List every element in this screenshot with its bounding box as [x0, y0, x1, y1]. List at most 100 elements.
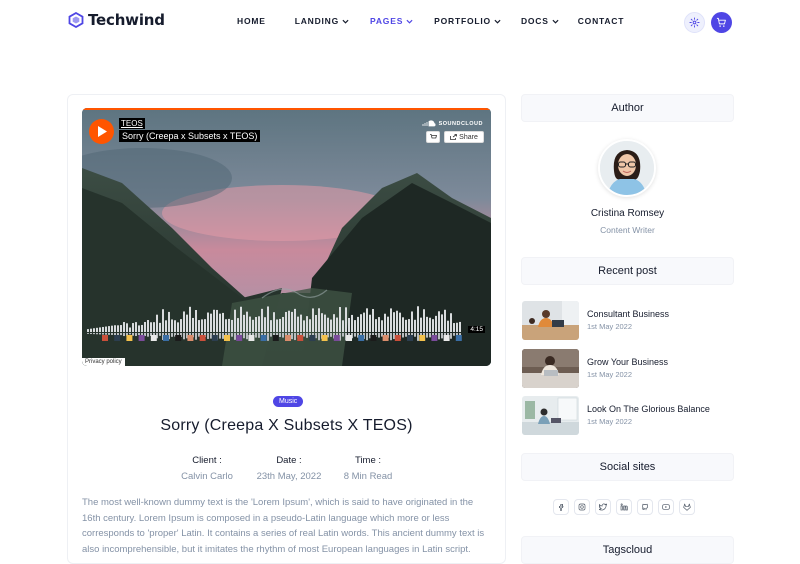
comment-avatar[interactable] [382, 335, 389, 341]
comment-avatar[interactable] [199, 335, 206, 341]
comment-avatar[interactable] [285, 335, 291, 341]
linkedin-link[interactable] [616, 499, 632, 515]
waveform-bar [267, 306, 269, 332]
recent-post-title[interactable]: Consultant Business [587, 309, 669, 319]
settings-icon [689, 17, 700, 28]
track-title[interactable]: Sorry (Creepa x Subsets x TEOS) [119, 130, 261, 142]
waveform-reflection [120, 333, 122, 336]
category-badge[interactable]: Music [273, 396, 304, 407]
soundcloud-logo[interactable]: SOUNDCLOUD [422, 120, 483, 127]
waveform-bar [195, 309, 197, 332]
settings-button[interactable] [684, 12, 705, 33]
meta-date-value: 23th May, 2022 [256, 471, 322, 482]
comment-avatar[interactable] [175, 335, 182, 341]
recent-post-item[interactable]: Grow Your Business 1st May 2022 [522, 349, 734, 389]
waveform-bar [351, 314, 353, 332]
waveform-bar [159, 322, 161, 332]
waveform-bar [120, 325, 122, 332]
waveform-bar [291, 311, 293, 332]
comment-avatar[interactable] [150, 335, 157, 341]
twitter-icon [599, 503, 607, 511]
waveform-reflection [429, 333, 431, 338]
nav-docs-label: DOCS [520, 16, 549, 26]
nav-portfolio[interactable]: PORTFOLIO [434, 16, 501, 26]
recent-post-item[interactable]: Look On The Glorious Balance 1st May 202… [522, 396, 734, 436]
waveform-reflection [303, 333, 305, 337]
comment-avatar[interactable] [211, 335, 218, 341]
soundcloud-player[interactable]: TEOS Sorry (Creepa x Subsets x TEOS) SOU… [82, 108, 491, 366]
comment-avatar[interactable] [394, 335, 401, 341]
comment-avatar[interactable] [272, 335, 279, 341]
comment-avatar[interactable] [102, 335, 108, 341]
author-role: Content Writer [600, 225, 655, 235]
waveform-bar [135, 322, 137, 332]
recent-post-title[interactable]: Look On The Glorious Balance [587, 404, 710, 414]
comment-avatar[interactable] [114, 335, 121, 341]
comment-avatar[interactable] [321, 335, 328, 341]
waveform-bar [324, 314, 326, 332]
artist-link[interactable]: TEOS [119, 118, 145, 129]
privacy-policy-link[interactable]: Privacy policy [82, 358, 125, 366]
nav-home[interactable]: HOME [237, 16, 266, 26]
comment-avatar[interactable] [431, 335, 438, 341]
comment-avatar[interactable] [443, 335, 450, 341]
waveform-reflection [210, 333, 212, 339]
nav-pages[interactable]: PAGES [370, 16, 413, 26]
instagram-link[interactable] [574, 499, 590, 515]
author-name[interactable]: Cristina Romsey [521, 208, 734, 219]
waveform-bar [237, 318, 239, 332]
recent-post-item[interactable]: Consultant Business 1st May 2022 [522, 301, 734, 341]
waveform-bar [420, 317, 422, 332]
waveform-bar [249, 316, 251, 332]
recent-post-thumbnail[interactable] [522, 349, 579, 388]
nav-contact[interactable]: CONTACT [578, 16, 625, 26]
waveform-bar [123, 322, 125, 332]
hexagon-logo-icon [68, 12, 84, 28]
waveform-bar [345, 307, 347, 332]
cart-button[interactable] [711, 12, 732, 33]
comment-avatar[interactable] [419, 335, 426, 341]
nav-landing[interactable]: LANDING [295, 16, 349, 26]
recent-post-thumbnail[interactable] [522, 396, 579, 435]
comment-avatar[interactable] [224, 335, 230, 341]
share-button[interactable]: Share [444, 131, 484, 143]
comment-avatar[interactable] [297, 335, 304, 341]
waveform-reflection [141, 333, 143, 336]
waveform-bar [297, 316, 299, 332]
instagram-icon [578, 503, 586, 511]
waveform[interactable] [87, 304, 462, 344]
github-link[interactable] [637, 499, 653, 515]
waveform-bar [153, 322, 155, 332]
nav-docs[interactable]: DOCS [521, 16, 559, 26]
comment-avatar[interactable] [126, 335, 133, 341]
comment-avatar[interactable] [358, 335, 365, 341]
comment-avatar[interactable] [138, 335, 145, 341]
youtube-link[interactable] [658, 499, 674, 515]
twitter-link[interactable] [595, 499, 611, 515]
recent-post-title[interactable]: Grow Your Business [587, 357, 668, 367]
waveform-bar [108, 326, 110, 332]
comment-avatar[interactable] [455, 335, 462, 341]
waveform-bar [270, 320, 272, 332]
comment-avatar[interactable] [333, 335, 340, 341]
waveform-bar [339, 307, 341, 332]
facebook-link[interactable] [553, 499, 569, 515]
comment-avatar[interactable] [309, 335, 316, 341]
gitlab-link[interactable] [679, 499, 695, 515]
play-button[interactable] [89, 119, 114, 144]
waveform-bar [258, 316, 260, 332]
soundcloud-label: SOUNDCLOUD [438, 120, 483, 127]
comment-avatar[interactable] [236, 335, 243, 341]
comment-avatar[interactable] [407, 335, 413, 341]
waveform-reflection [102, 333, 104, 335]
waveform-reflection [90, 333, 92, 335]
logo[interactable]: Techwind [68, 11, 165, 29]
comment-avatar[interactable] [370, 335, 377, 341]
comment-avatar[interactable] [260, 335, 267, 341]
comment-avatar[interactable] [187, 335, 194, 341]
like-button[interactable] [426, 131, 440, 143]
comment-avatar[interactable] [346, 335, 352, 341]
comment-avatar[interactable] [163, 335, 169, 341]
recent-post-thumbnail[interactable] [522, 301, 579, 340]
comment-avatar[interactable] [248, 335, 255, 341]
